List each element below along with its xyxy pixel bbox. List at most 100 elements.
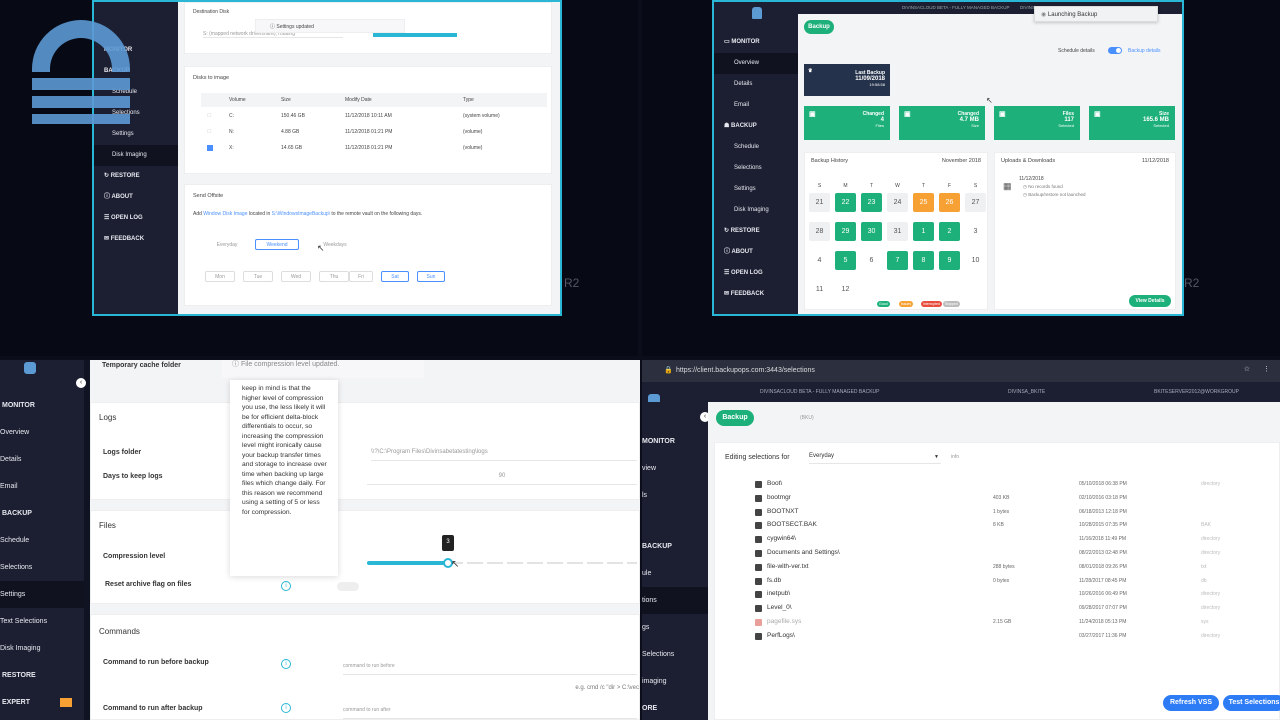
day-sat[interactable]: Sat bbox=[381, 271, 409, 282]
backup-button[interactable]: Backup bbox=[716, 410, 754, 426]
sidebar-item-backup[interactable]: BACKUP bbox=[0, 500, 84, 527]
tree-row[interactable]: cygwin64\ 11/16/2018 11:49 PM directory bbox=[755, 532, 1275, 546]
table-row[interactable]: ☐ C: 150.46 GB 11/12/2018 10:11 AM (system … bbox=[201, 109, 547, 123]
url-bar[interactable]: https://client.backupops.com:3443/select… bbox=[676, 367, 815, 374]
star-icon[interactable]: ☆ bbox=[1244, 365, 1250, 373]
sidebar-item-selections[interactable]: Selections bbox=[0, 554, 84, 581]
calendar-day[interactable]: 9 bbox=[939, 251, 960, 270]
sidebar-item-email[interactable]: Email bbox=[0, 473, 84, 500]
sidebar-item-open-log[interactable]: ☰ OPEN LOG bbox=[94, 208, 178, 229]
sidebar-item-details[interactable]: Details bbox=[0, 446, 84, 473]
info-link[interactable]: info bbox=[951, 454, 959, 460]
sidebar-item-disk-imaging[interactable]: imaging bbox=[642, 668, 708, 695]
calendar-day[interactable]: 3 bbox=[965, 222, 986, 241]
checkbox-checked[interactable] bbox=[207, 145, 213, 151]
tree-row[interactable]: Boot\ 05/10/2018 06:38 PM directory bbox=[755, 477, 1275, 491]
sidebar-item-email[interactable]: Email bbox=[714, 95, 798, 116]
calendar-day[interactable]: 31 bbox=[887, 222, 908, 241]
weekend-chip[interactable]: Weekend bbox=[255, 239, 299, 250]
calendar-day[interactable]: 28 bbox=[809, 222, 830, 241]
tree-row[interactable]: ⊠pagefile.sys2.15 GB11/24/2018 05:13 PMs… bbox=[755, 615, 1275, 629]
tree-row[interactable]: inetpub\ 10/26/2016 06:49 PM directory bbox=[755, 587, 1275, 601]
sidebar-item-overview[interactable]: Overview bbox=[714, 53, 798, 74]
everyday-chip[interactable]: Everyday bbox=[205, 239, 249, 250]
sidebar-item-settings[interactable]: Settings bbox=[94, 124, 178, 145]
details-toggle[interactable] bbox=[1108, 47, 1122, 54]
calendar-day[interactable]: 4 bbox=[809, 251, 830, 270]
sidebar-item-open-log[interactable]: ☰ OPEN LOG bbox=[714, 263, 798, 284]
backup-button[interactable]: Backup bbox=[804, 20, 834, 34]
sidebar-item-schedule[interactable]: Schedule bbox=[0, 527, 84, 554]
sidebar-item-disk-imaging[interactable]: Disk Imaging bbox=[714, 200, 798, 221]
help-icon[interactable]: i bbox=[281, 581, 291, 591]
sidebar-item-schedule[interactable]: Schedule bbox=[714, 137, 798, 158]
logs-folder-input[interactable]: \\?\C:\Program Files\Divinsabetatesting\… bbox=[371, 449, 637, 461]
tree-row[interactable]: BOOTNXT 1 bytes 06/18/2013 12:18 PM bbox=[755, 505, 1275, 519]
sidebar-item-restore[interactable]: RESTORE bbox=[0, 662, 84, 689]
sidebar-item-about[interactable]: ⓘ ABOUT bbox=[94, 187, 178, 208]
sidebar-item-settings[interactable]: gs bbox=[642, 614, 708, 641]
sidebar-item-schedule[interactable]: ule bbox=[642, 560, 708, 587]
sidebar-item-details[interactable]: Details bbox=[714, 74, 798, 95]
sidebar-item-text-selections[interactable]: Selections bbox=[642, 641, 708, 668]
table-row[interactable]: X: 14.65 GB 11/12/2018 01:21 PM (volume) bbox=[201, 141, 547, 155]
disk-image-link[interactable]: Window Disk Image bbox=[203, 211, 247, 217]
sidebar-item-restore[interactable]: ↻ RESTORE bbox=[714, 221, 798, 242]
calendar-day[interactable]: 11 bbox=[809, 280, 830, 299]
tree-row[interactable]: Documents and Settings\ 08/22/2013 02:48 … bbox=[755, 546, 1275, 560]
sidebar-item-monitor[interactable]: MONITOR bbox=[0, 392, 84, 419]
sidebar-item-restore[interactable]: ORE bbox=[642, 695, 708, 720]
calendar-day[interactable]: 8 bbox=[913, 251, 934, 270]
day-sun[interactable]: Sun bbox=[417, 271, 445, 282]
tree-row[interactable]: file-with-ver.txt 288 bytes 08/01/2018 09:… bbox=[755, 560, 1275, 574]
editing-select[interactable]: Everyday ▼ bbox=[809, 453, 941, 464]
sidebar-item-settings[interactable]: Settings bbox=[714, 179, 798, 200]
view-details-button[interactable]: View Details bbox=[1129, 295, 1171, 307]
refresh-vss-button[interactable]: Refresh VSS bbox=[1163, 695, 1219, 711]
tree-row[interactable]: PerfLogs\ 03/27/2017 11:36 PM directory bbox=[755, 629, 1275, 643]
sidebar-item-restore[interactable]: ↻ RESTORE bbox=[94, 166, 178, 187]
sidebar-item-overview[interactable]: Overview bbox=[0, 419, 84, 446]
calendar-day[interactable]: 21 bbox=[809, 193, 830, 212]
table-row[interactable]: ☐ N: 4.88 GB 11/12/2018 01:21 PM (volume) bbox=[201, 125, 547, 139]
collapse-icon[interactable]: ‹ bbox=[76, 378, 86, 388]
calendar-day[interactable]: 25 bbox=[913, 193, 934, 212]
sidebar-item-feedback[interactable]: ✉ FEEDBACK bbox=[714, 284, 798, 305]
tree-row[interactable]: Level_0\ 09/28/2017 07:07 PM directory bbox=[755, 601, 1275, 615]
day-fri[interactable]: Fri bbox=[349, 271, 373, 282]
backup-path-link[interactable]: S:\WindowsImageBackup\ bbox=[272, 211, 330, 217]
day-mon[interactable]: Mon bbox=[205, 271, 235, 282]
calendar-day[interactable]: 5 bbox=[835, 251, 856, 270]
menu-icon[interactable]: ⋮ bbox=[1263, 365, 1270, 373]
reset-archive-toggle[interactable] bbox=[337, 582, 359, 591]
sidebar-item-settings[interactable]: Settings bbox=[0, 581, 84, 608]
tree-row[interactable]: BOOTSECT.BAK 8 KB 10/28/2015 07:35 PM BAK bbox=[755, 518, 1275, 532]
sidebar-item-text-selections[interactable]: Text Selections bbox=[0, 608, 84, 635]
tree-row[interactable]: bootmgr 403 KB 02/10/2016 03:18 PM bbox=[755, 491, 1275, 505]
sidebar-item-overview[interactable]: view bbox=[642, 455, 708, 482]
calendar-day[interactable]: 7 bbox=[887, 251, 908, 270]
cmd-after-input[interactable]: command to run after bbox=[343, 707, 637, 719]
sidebar-item-disk-imaging[interactable]: Disk Imaging bbox=[0, 635, 84, 662]
tree-row[interactable]: fs.db 0 bytes 11/28/2017 08:45 PM db bbox=[755, 574, 1275, 588]
sidebar-item-feedback[interactable]: ✉ FEEDBACK bbox=[94, 229, 178, 250]
calendar-day[interactable]: 12 bbox=[835, 280, 856, 299]
sidebar-item-details[interactable]: ls bbox=[642, 482, 708, 509]
days-keep-input[interactable]: 90 bbox=[367, 473, 637, 485]
calendar-day[interactable]: 29 bbox=[835, 222, 856, 241]
calendar-day[interactable]: 26 bbox=[939, 193, 960, 212]
sidebar-item-expert[interactable]: EXPERT bbox=[0, 689, 84, 716]
calendar-day[interactable]: 22 bbox=[835, 193, 856, 212]
day-tue[interactable]: Tue bbox=[243, 271, 273, 282]
calendar-day[interactable]: 27 bbox=[965, 193, 986, 212]
calendar-day[interactable]: 24 bbox=[887, 193, 908, 212]
calendar-day[interactable]: 10 bbox=[965, 251, 986, 270]
sidebar-item-monitor[interactable]: MONITOR bbox=[642, 428, 708, 455]
sidebar-item-selections[interactable]: Selections bbox=[714, 158, 798, 179]
sidebar-item-about[interactable]: ⓘ ABOUT bbox=[714, 242, 798, 263]
sidebar-item-selections[interactable]: tions bbox=[642, 587, 708, 614]
calendar-day[interactable]: 2 bbox=[939, 222, 960, 241]
calendar-day[interactable]: 30 bbox=[861, 222, 882, 241]
calendar-day[interactable]: 6 bbox=[861, 251, 882, 270]
test-selections-button[interactable]: Test Selections bbox=[1223, 695, 1280, 711]
